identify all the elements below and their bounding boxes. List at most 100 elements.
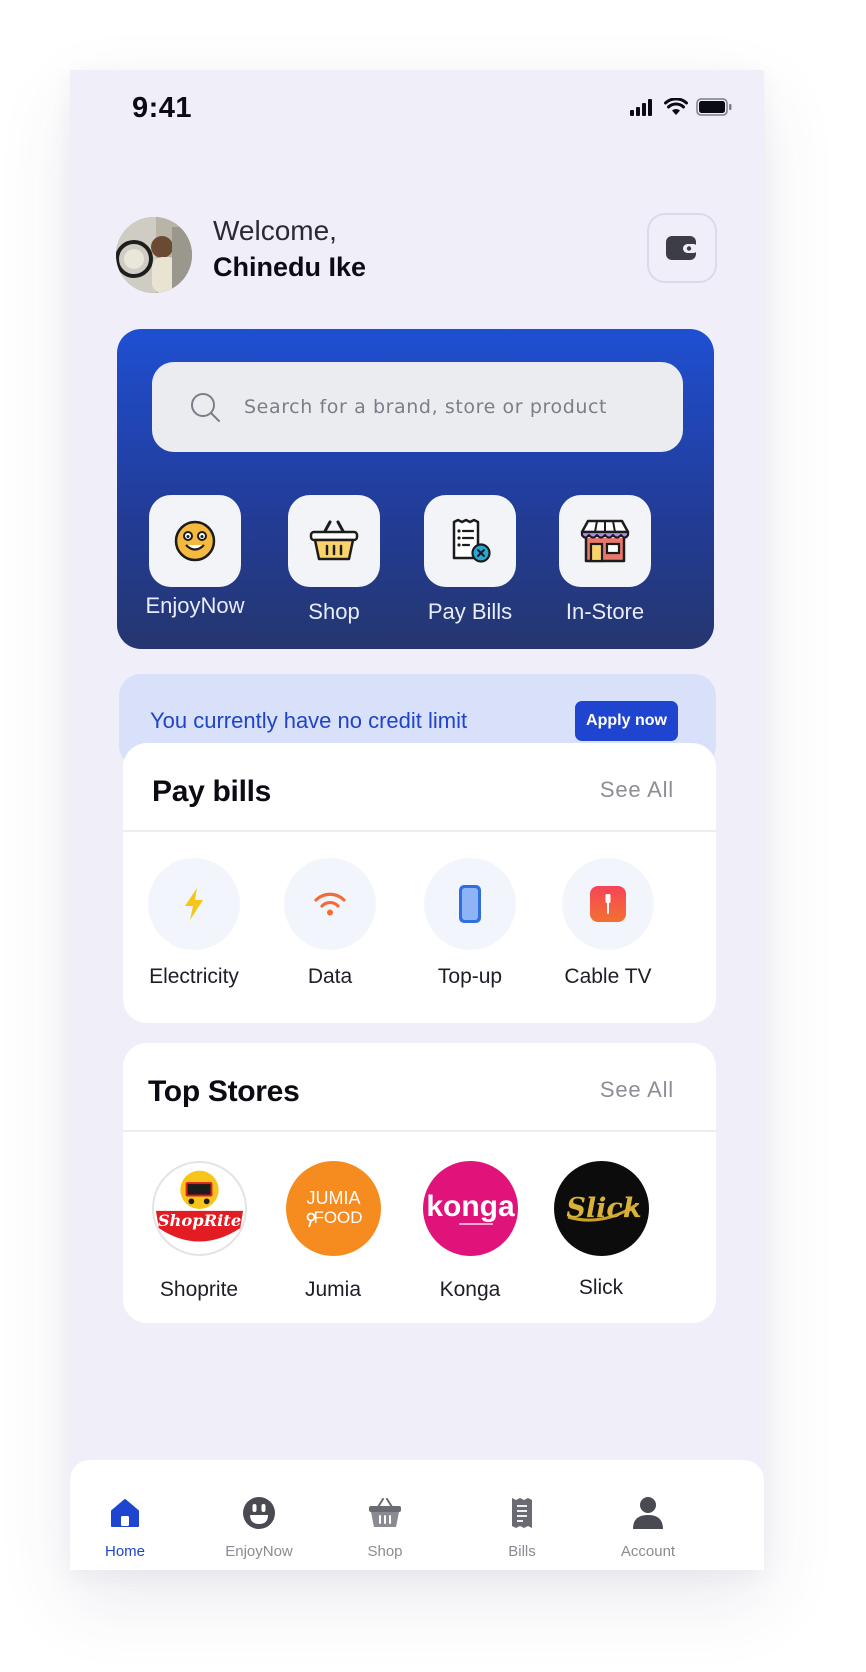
konga-logo-art: konga xyxy=(426,1190,515,1225)
nav-icon-wrap xyxy=(204,1493,314,1533)
quick-tile xyxy=(424,495,516,587)
nav-icon-wrap xyxy=(330,1493,440,1533)
lightning-icon xyxy=(185,888,203,920)
slick-logo: Slick xyxy=(553,1161,649,1256)
jumia-logo-art: JUMIA FOOD xyxy=(306,1188,362,1228)
storefront-icon xyxy=(580,519,630,563)
quick-action-label: In-Store xyxy=(565,599,645,624)
bill-icon-circle xyxy=(424,858,516,950)
jumia-food-text: FOOD xyxy=(313,1208,362,1227)
nav-bills[interactable]: Bills xyxy=(467,1493,577,1560)
quick-action-in-store[interactable]: In-Store xyxy=(559,495,651,625)
bill-icon-circle xyxy=(562,858,654,950)
jumia-logo: JUMIA FOOD xyxy=(285,1161,381,1256)
nav-enjoynow[interactable]: EnjoyNow xyxy=(204,1493,314,1560)
store-shoprite[interactable]: ShopRite Shoprite xyxy=(139,1161,259,1302)
home-icon xyxy=(111,1499,139,1527)
store-konga[interactable]: konga Konga xyxy=(410,1161,530,1302)
bill-data[interactable]: Data xyxy=(265,858,395,989)
bill-cable-tv[interactable]: Cable TV xyxy=(543,858,673,989)
quick-action-label: EnjoyNow xyxy=(145,593,245,618)
avatar[interactable] xyxy=(116,217,192,293)
konga-logo: konga xyxy=(422,1161,518,1256)
bill-icon xyxy=(452,518,491,563)
jumia-logo-text: JUMIA xyxy=(306,1188,360,1208)
smiley-icon xyxy=(174,520,216,562)
store-label: Slick xyxy=(578,1276,624,1299)
bill-icon-circle xyxy=(148,858,240,950)
nav-label: Shop xyxy=(367,1543,403,1560)
wallet-icon xyxy=(666,236,698,260)
quick-action-enjoynow[interactable]: EnjoyNow xyxy=(145,495,245,619)
store-slick[interactable]: Slick Slick xyxy=(541,1161,661,1300)
slick-logo-art: Slick xyxy=(566,1193,641,1224)
pay-bills-card: Pay bills See All Electricity Data Top-u… xyxy=(123,743,716,1023)
user-icon xyxy=(633,1497,663,1529)
quick-action-label: Pay Bills xyxy=(427,599,513,624)
bill-label: Electricity xyxy=(149,965,239,988)
divider xyxy=(123,1130,716,1132)
basket-icon xyxy=(369,1498,401,1527)
quick-tile xyxy=(559,495,651,587)
search-input[interactable]: Search for a brand, store or product xyxy=(244,396,607,418)
shoprite-logo-art: ShopRite xyxy=(154,1164,244,1253)
status-time: 9:41 xyxy=(132,92,193,124)
nav-icon-wrap xyxy=(70,1493,180,1533)
wifi-status-icon xyxy=(664,98,688,115)
top-stores-title: Top Stores xyxy=(148,1075,300,1108)
quick-action-label: Shop xyxy=(308,599,360,624)
search-bar[interactable]: Search for a brand, store or product xyxy=(152,362,683,452)
tv-icon xyxy=(590,886,626,922)
nav-label: Bills xyxy=(508,1543,536,1560)
nav-icon-wrap xyxy=(593,1493,703,1533)
bill-label: Data xyxy=(307,965,353,988)
status-icons xyxy=(630,98,732,116)
shoprite-logo: ShopRite xyxy=(151,1161,247,1256)
divider xyxy=(123,830,716,832)
bottom-nav: Home EnjoyNow Shop Bills Account xyxy=(70,1460,764,1570)
store-jumia[interactable]: JUMIA FOOD Jumia xyxy=(273,1161,393,1302)
top-stores-see-all-link[interactable]: See All xyxy=(600,1077,674,1103)
credit-message: You currently have no credit limit xyxy=(150,708,468,733)
avatar-photo xyxy=(116,217,192,293)
nav-icon-wrap xyxy=(467,1493,577,1533)
pay-bills-title: Pay bills xyxy=(152,775,272,808)
shoprite-logo-text: ShopRite xyxy=(157,1211,240,1230)
quick-action-shop[interactable]: Shop xyxy=(288,495,380,625)
bill-label: Top-up xyxy=(437,965,503,988)
bill-electricity[interactable]: Electricity xyxy=(129,858,259,989)
nav-label: EnjoyNow xyxy=(225,1543,293,1560)
store-label: Konga xyxy=(439,1278,501,1301)
top-stores-card: Top Stores See All ShopRite Shoprite JUM… xyxy=(123,1043,716,1323)
hero-card: Search for a brand, store or product Enj… xyxy=(117,329,714,649)
receipt-icon xyxy=(512,1498,532,1528)
battery-icon xyxy=(696,98,732,116)
phone-icon xyxy=(459,885,481,923)
user-name: Chinedu Ike xyxy=(213,252,367,282)
pay-bills-see-all-link[interactable]: See All xyxy=(600,777,674,803)
nav-label: Home xyxy=(104,1543,145,1560)
bill-top-up[interactable]: Top-up xyxy=(405,858,535,989)
welcome-text: Welcome, xyxy=(213,215,337,246)
nav-shop[interactable]: Shop xyxy=(330,1493,440,1560)
nav-home[interactable]: Home xyxy=(70,1493,180,1560)
slick-logo-text: Slick xyxy=(566,1193,641,1224)
nav-account[interactable]: Account xyxy=(593,1493,703,1560)
search-icon xyxy=(191,393,220,422)
bill-icon-circle xyxy=(284,858,376,950)
store-label: Shoprite xyxy=(159,1278,239,1301)
quick-action-pay-bills[interactable]: Pay Bills xyxy=(424,495,516,625)
konga-logo-text: konga xyxy=(426,1190,515,1223)
apply-now-button[interactable]: Apply now xyxy=(575,701,678,741)
wifi-icon xyxy=(314,892,346,916)
basket-icon xyxy=(309,520,359,561)
signal-icon xyxy=(630,99,652,116)
wallet-button[interactable] xyxy=(647,213,717,283)
phone-screen: 9:41 Welcome, Chinedu Ike Search for a b… xyxy=(70,70,764,1570)
store-label: Jumia xyxy=(304,1278,362,1301)
quick-tile xyxy=(288,495,380,587)
smiley-icon xyxy=(243,1497,275,1529)
quick-tile xyxy=(149,495,241,587)
nav-label: Account xyxy=(620,1543,676,1560)
bill-label: Cable TV xyxy=(564,965,652,988)
